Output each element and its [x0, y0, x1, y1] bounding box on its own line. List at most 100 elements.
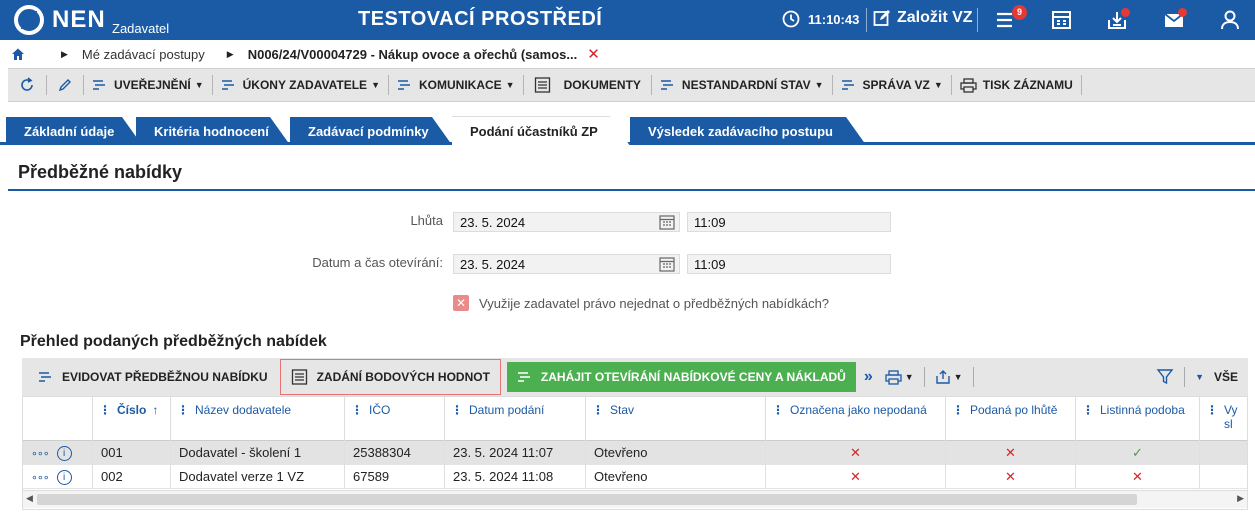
cell-not-submitted: ✕ — [766, 441, 946, 465]
list-lines-icon — [660, 78, 676, 92]
communication-menu[interactable]: KOMUNIKACE ▼ — [389, 69, 523, 101]
documents-button[interactable]: DOKUMENTY — [524, 69, 651, 101]
cell-status: Otevřeno — [586, 465, 766, 489]
caret-down-icon: ▼ — [505, 80, 515, 90]
column-menu-icon[interactable]: ⋮ — [772, 403, 784, 417]
column-menu-icon[interactable]: ⋮ — [99, 403, 111, 417]
header-paper[interactable]: ⋮ Listinná podoba — [1076, 397, 1200, 441]
printer-icon — [960, 77, 977, 93]
user-icon[interactable] — [1218, 8, 1242, 32]
table-row[interactable]: ∘∘∘ i 002 Dodavatel verze 1 VZ 67589 23.… — [23, 465, 1247, 489]
header-not-submitted[interactable]: ⋮ Označena jako nepodaná — [766, 397, 946, 441]
new-vz-button[interactable]: Založit VZ — [873, 9, 973, 27]
enter-points-button[interactable]: ZADÁNÍ BODOVÝCH HODNOT — [279, 359, 501, 395]
tab-submissions[interactable]: Podání účastníků ZP — [452, 116, 630, 146]
opening-time-field[interactable]: 11:09 — [687, 254, 891, 274]
info-icon[interactable]: i — [56, 445, 72, 461]
calendar-icon[interactable] — [659, 215, 675, 230]
divider — [866, 8, 867, 32]
filter-all-label[interactable]: VŠE — [1214, 370, 1238, 384]
breadcrumb-item-procedures[interactable]: Mé zadávací postupy — [82, 47, 205, 62]
tab-conditions[interactable]: Zadávací podmínky — [290, 117, 452, 145]
start-opening-button[interactable]: ZAHÁJIT OTEVÍRÁNÍ NABÍDKOVÉ CENY A NÁKLA… — [506, 362, 856, 392]
nen-logo[interactable]: NEN — [14, 5, 106, 35]
deadline-time-value: 11:09 — [694, 215, 726, 230]
opening-time-value: 11:09 — [694, 257, 726, 272]
divider — [1080, 75, 1082, 95]
manage-menu[interactable]: SPRÁVA VZ ▼ — [833, 69, 951, 101]
opening-date-field[interactable]: 23. 5. 2024 — [453, 254, 680, 274]
header-extra[interactable]: ⋮ Vy sl — [1200, 397, 1247, 441]
cell-date: 23. 5. 2024 11:07 — [445, 441, 586, 465]
cell-paper: ✓ — [1076, 441, 1200, 465]
deadline-time-field[interactable]: 11:09 — [687, 212, 891, 232]
tab-bar: Základní údaje Kritéria hodnocení Zadáva… — [0, 112, 1255, 145]
tab-label: Kritéria hodnocení — [154, 123, 269, 139]
tab-result[interactable]: Výsledek zadávacího postupu — [630, 117, 866, 145]
column-menu-icon[interactable]: ⋮ — [451, 403, 463, 417]
refresh-button[interactable] — [8, 69, 46, 101]
header-status[interactable]: ⋮ Stav — [586, 397, 766, 441]
column-menu-icon[interactable]: ⋮ — [1082, 403, 1094, 417]
header-date[interactable]: ⋮ Datum podání — [445, 397, 586, 441]
cell-extra — [1200, 465, 1247, 489]
horizontal-scrollbar[interactable]: ◀ ▶ — [23, 490, 1247, 508]
cell-paper: ✕ — [1076, 465, 1200, 489]
column-menu-icon[interactable]: ⋮ — [177, 403, 189, 417]
cell-late: ✕ — [946, 465, 1076, 489]
no-negotiation-checkbox-row: ✕ Využije zadavatel právo nejednat o pře… — [453, 295, 829, 311]
no-negotiation-label: Využije zadavatel právo nejednat o předb… — [479, 295, 830, 311]
chevron-right-icon: ▶ — [61, 48, 68, 59]
manage-label: SPRÁVA VZ — [862, 78, 930, 92]
nonstandard-menu[interactable]: NESTANDARDNÍ STAV ▼ — [652, 69, 832, 101]
sort-asc-icon: ↑ — [152, 403, 159, 417]
info-icon[interactable]: i — [56, 469, 72, 485]
close-breadcrumb-icon[interactable]: ✕ — [587, 45, 600, 63]
more-actions-icon[interactable]: » — [856, 361, 879, 393]
scroll-right-icon[interactable]: ▶ — [1237, 493, 1244, 504]
header-date-label: Datum podání — [469, 403, 545, 417]
column-menu-icon[interactable]: ⋮ — [592, 403, 604, 417]
tab-criteria[interactable]: Kritéria hodnocení — [136, 117, 290, 145]
print-menu[interactable]: ▼ — [879, 361, 920, 393]
breadcrumb-item-current[interactable]: N006/24/V00004729 - Nákup ovoce a ořechů… — [248, 47, 578, 62]
print-label: TISK ZÁZNAMU — [982, 78, 1073, 92]
scroll-left-icon[interactable]: ◀ — [26, 493, 33, 504]
column-menu-icon[interactable]: ⋮ — [351, 403, 363, 417]
grid-title: Přehled podaných předběžných nabídek — [20, 333, 327, 350]
filter-icon[interactable] — [1156, 368, 1174, 386]
header-late[interactable]: ⋮ Podaná po lhůtě — [946, 397, 1076, 441]
main-toolbar: UVEŘEJNĚNÍ ▼ ÚKONY ZADAVATELE ▼ KOMUNIKACE… — [8, 68, 1255, 102]
chevron-right-icon: ▶ — [226, 48, 234, 59]
cell-number: 002 — [93, 465, 171, 489]
cell-extra — [1200, 441, 1247, 465]
publish-menu[interactable]: UVEŘEJNĚNÍ ▼ — [84, 69, 212, 101]
tab-label: Zadávací podmínky — [308, 123, 429, 139]
calendar-icon[interactable] — [659, 257, 675, 272]
export-menu[interactable]: ▼ — [929, 361, 969, 393]
print-record-button[interactable]: TISK ZÁZNAMU — [952, 69, 1081, 101]
column-menu-icon[interactable]: ⋮ — [1206, 403, 1218, 417]
tab-label: Výsledek zadávacího postupu — [648, 123, 833, 139]
calendar-grid-icon[interactable] — [1050, 8, 1074, 32]
deadline-date-field[interactable]: 23. 5. 2024 — [453, 212, 680, 232]
caret-down-icon[interactable]: ▼ — [1195, 372, 1204, 382]
header-supplier[interactable]: ⋮ Název dodavatele — [171, 397, 345, 441]
no-negotiation-checkbox[interactable]: ✕ — [453, 295, 469, 311]
divider — [972, 367, 974, 387]
edit-button[interactable] — [47, 69, 83, 101]
header-ico[interactable]: ⋮ IČO — [345, 397, 445, 441]
table-row[interactable]: ∘∘∘ i 001 Dodavatel - školení 1 25388304… — [23, 441, 1247, 465]
tab-basic-info[interactable]: Základní údaje — [6, 117, 142, 145]
actions-menu[interactable]: ÚKONY ZADAVATELE ▼ — [213, 69, 388, 101]
scrollbar-thumb[interactable] — [37, 494, 1137, 505]
header-late-label: Podaná po lhůtě — [970, 403, 1058, 417]
row-menu-icon[interactable]: ∘∘∘ — [31, 471, 50, 484]
home-icon[interactable] — [11, 47, 25, 61]
list-lines-icon — [841, 78, 857, 92]
header-number[interactable]: ⋮ Číslo ↑ — [93, 397, 171, 441]
register-offer-button[interactable]: EVIDOVAT PŘEDBĚŽNOU NABÍDKU — [22, 361, 278, 393]
communication-label: KOMUNIKACE — [418, 78, 502, 92]
row-menu-icon[interactable]: ∘∘∘ — [31, 447, 50, 460]
column-menu-icon[interactable]: ⋮ — [952, 403, 964, 417]
